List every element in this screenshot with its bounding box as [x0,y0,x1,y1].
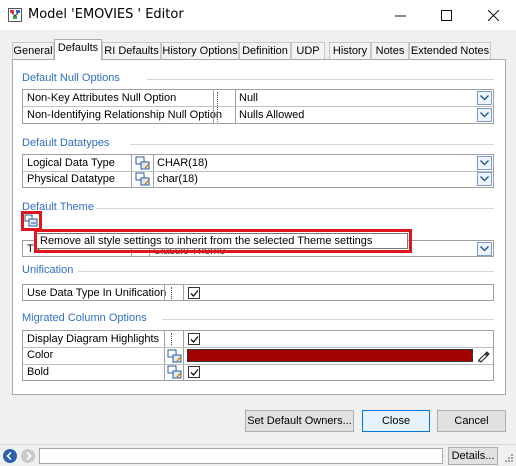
nonkey-dropdown-button[interactable] [477,91,492,105]
chevron-down-icon [480,95,489,101]
null-options-grid: Non-Key Attributes Null Option Non-Ident… [22,89,494,124]
tab-udp[interactable]: UDP [291,42,325,59]
minimize-icon [394,15,406,16]
section-divider [147,79,494,80]
section-divider [78,271,494,272]
tab-extended-notes[interactable]: Extended Notes [409,42,491,59]
back-nav-icon[interactable] [3,449,17,463]
color-picker-icon[interactable] [476,349,492,363]
minimize-button[interactable] [377,0,423,30]
inherit-icon[interactable] [135,172,151,186]
chevron-down-icon [480,176,489,182]
section-divider [96,208,494,209]
unification-grid: Use Data Type In Unification [22,284,494,301]
bold-label: Bold [27,366,50,378]
migrated-grid: Display Diagram Highlights Color Bold [22,330,494,381]
app-icon [8,8,22,22]
color-swatch[interactable] [187,349,473,362]
inherit-icon[interactable] [135,156,151,170]
set-default-owners-button[interactable]: Set Default Owners... [245,410,354,432]
inherit-icon[interactable] [167,349,183,363]
display-highlights-label: Display Diagram Highlights [27,333,160,345]
maximize-icon [440,9,452,21]
maximize-button[interactable] [423,0,469,30]
use-datatype-unification-checkbox[interactable] [188,287,200,299]
logical-datatype-dropdown-button[interactable] [477,156,492,170]
bold-checkbox[interactable] [188,366,200,378]
window-title: Model 'EMOVIES ' Editor [28,7,184,22]
null-option-value-nonkey[interactable]: Null [239,91,258,106]
color-label: Color [27,349,54,361]
null-options-title: Default Null Options [22,72,120,84]
status-field [39,448,443,464]
checkmark-icon [190,369,199,376]
nonident-dropdown-button[interactable] [477,108,492,122]
logical-datatype-value[interactable]: CHAR(18) [157,156,208,171]
resize-grip-icon[interactable] [503,452,514,463]
null-option-label-nonkey: Non-Key Attributes Null Option [27,92,177,104]
tooltip-highlight [34,229,412,253]
migrated-title: Migrated Column Options [22,312,147,324]
null-option-label-nonident: Non-Identifying Relationship Null Option [27,109,223,121]
physical-datatype-label: Physical Datatype [27,173,116,185]
reset-style-icon[interactable] [24,214,39,228]
tab-definition[interactable]: Definition [239,42,291,59]
tab-history-options[interactable]: History Options [161,42,239,59]
datatypes-title: Default Datatypes [22,137,110,149]
chevron-down-icon [480,246,489,252]
close-window-button[interactable] [470,0,516,30]
details-button[interactable]: Details... [448,447,498,465]
status-divider [0,444,516,445]
theme-dropdown-button[interactable] [477,242,492,256]
inherit-icon[interactable] [167,365,183,379]
use-datatype-unification-label: Use Data Type In Unification [27,287,167,299]
cancel-button[interactable]: Cancel [437,410,506,432]
display-highlights-checkbox[interactable] [188,333,200,345]
chevron-down-icon [480,160,489,166]
tab-notes[interactable]: Notes [371,42,409,59]
section-divider [130,144,494,145]
physical-datatype-value[interactable]: char(18) [157,172,198,187]
checkmark-icon [190,290,199,297]
tab-history[interactable]: History [329,42,371,59]
forward-nav-icon[interactable] [21,449,35,463]
datatypes-grid: Logical Data Type Physical Datatype CHAR… [22,154,494,188]
section-divider [162,319,494,320]
physical-datatype-dropdown-button[interactable] [477,172,492,186]
tab-general[interactable]: General [12,42,54,59]
unification-title: Unification [22,264,74,276]
null-option-value-nonident[interactable]: Nulls Allowed [239,108,304,123]
chevron-down-icon [480,112,489,118]
tab-defaults[interactable]: Defaults [54,39,102,60]
tab-ri-defaults[interactable]: RI Defaults [102,42,161,59]
checkmark-icon [190,336,199,343]
close-button[interactable]: Close [362,410,430,432]
close-icon [487,9,499,21]
logical-datatype-label: Logical Data Type [27,157,115,169]
